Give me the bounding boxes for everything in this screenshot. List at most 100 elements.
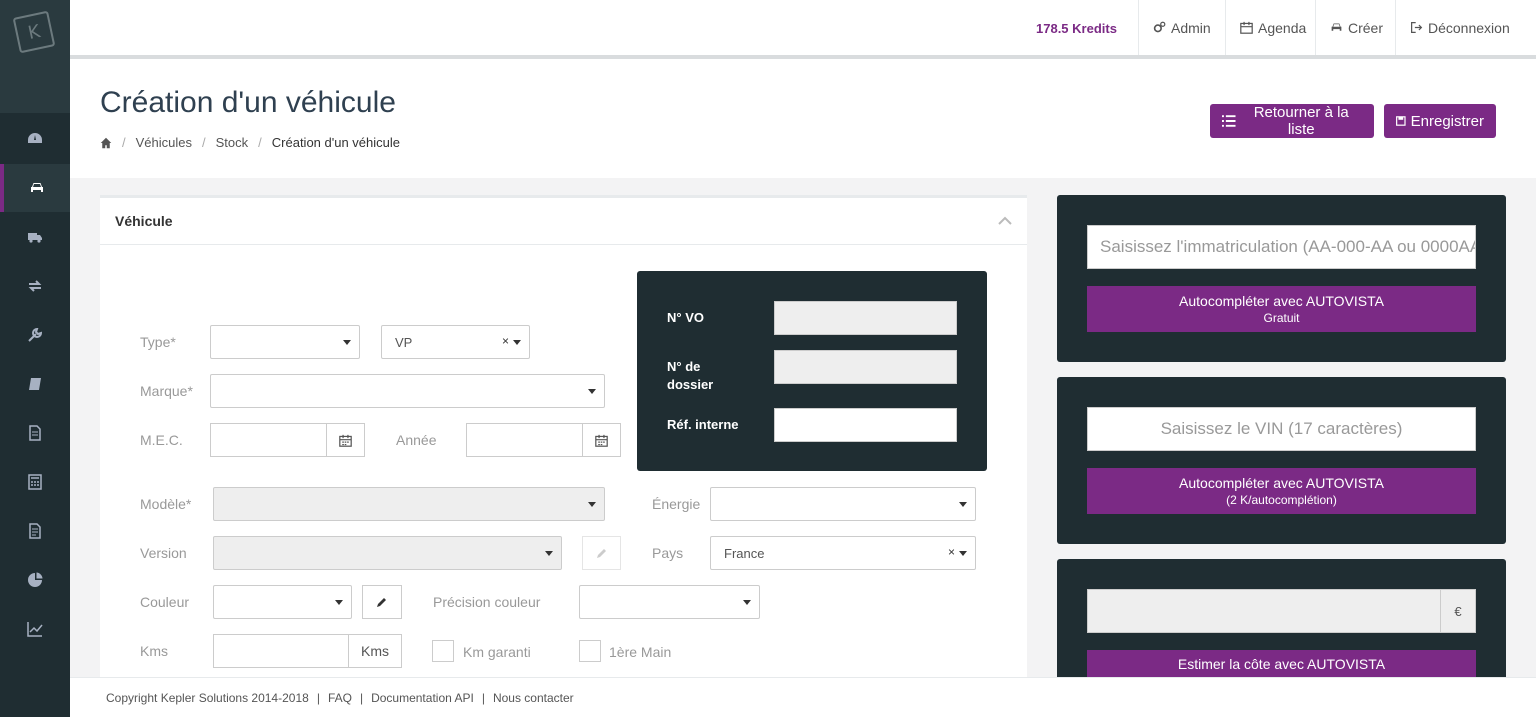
- energie-select[interactable]: [710, 487, 976, 521]
- breadcrumb-stock[interactable]: Stock: [216, 135, 249, 150]
- clear-icon[interactable]: ×: [948, 545, 955, 559]
- reference-box: N° VO N° de dossier Réf. interne: [637, 271, 987, 471]
- save-button[interactable]: Enregistrer: [1384, 104, 1496, 138]
- clear-icon[interactable]: ×: [502, 334, 509, 348]
- autovista-immat-label: Autocompléter avec AUTOVISTA: [1179, 293, 1384, 309]
- price-input[interactable]: [1087, 589, 1441, 633]
- version-label: Version: [140, 545, 187, 561]
- floppy-icon: [1396, 116, 1406, 126]
- couleur-label: Couleur: [140, 594, 190, 610]
- breadcrumb-separator: /: [202, 135, 206, 150]
- type-category-value: VP: [395, 334, 413, 350]
- agenda-link[interactable]: Agenda: [1225, 0, 1320, 55]
- pie-chart-icon[interactable]: [0, 556, 70, 604]
- top-navbar: 178.5 Kredits Admin Agenda Créer Déconne…: [70, 0, 1536, 59]
- faq-link[interactable]: FAQ: [328, 691, 352, 705]
- create-link[interactable]: Créer: [1315, 0, 1397, 55]
- autovista-estimate-label: Estimer la côte avec AUTOVISTA: [1177, 655, 1386, 672]
- page-heading: Création d'un véhicule / Véhicules / Sto…: [70, 59, 1536, 178]
- annee-calendar-button[interactable]: [582, 423, 621, 457]
- vin-widget: Saisissez le VIN (17 caractères) Autocom…: [1057, 377, 1506, 544]
- dossier-number-input[interactable]: [774, 350, 957, 384]
- precision-couleur-select[interactable]: [579, 585, 760, 619]
- energie-label: Énergie: [652, 496, 701, 512]
- car-icon[interactable]: [0, 164, 70, 212]
- line-chart-icon[interactable]: [0, 605, 70, 653]
- couleur-select[interactable]: [213, 585, 352, 619]
- chevron-up-icon[interactable]: [998, 216, 1012, 226]
- back-to-list-button[interactable]: Retourner à la liste: [1210, 104, 1374, 138]
- version-select[interactable]: [213, 536, 562, 570]
- agenda-label: Agenda: [1258, 19, 1307, 36]
- footer-separator: |: [316, 690, 320, 705]
- breadcrumb-vehicules[interactable]: Véhicules: [136, 135, 192, 150]
- caret-down-icon: [588, 389, 596, 394]
- breadcrumb-current: Création d'un véhicule: [271, 135, 400, 150]
- caret-down-icon: [343, 340, 351, 345]
- breadcrumb-separator: /: [122, 135, 126, 150]
- autovista-immat-button[interactable]: Autocompléter avec AUTOVISTA Gratuit: [1087, 286, 1476, 332]
- caret-down-icon: [335, 600, 343, 605]
- panel-title: Véhicule: [115, 213, 173, 229]
- kepler-logo[interactable]: K: [12, 10, 56, 54]
- back-button-label: Retourner à la liste: [1253, 104, 1349, 138]
- caret-down-icon: [588, 502, 596, 507]
- caret-down-icon: [959, 502, 967, 507]
- logo-area: K: [0, 0, 70, 113]
- pencil-icon: [377, 598, 386, 607]
- modele-select[interactable]: [213, 487, 605, 521]
- logout-link[interactable]: Déconnexion: [1395, 0, 1524, 55]
- autovista-estimate-button[interactable]: Estimer la côte avec AUTOVISTA: [1087, 650, 1476, 677]
- autovista-vin-button[interactable]: Autocompléter avec AUTOVISTA (2 K/autoco…: [1087, 468, 1476, 514]
- file-icon[interactable]: [0, 409, 70, 457]
- car-icon: [1331, 23, 1342, 31]
- pays-select[interactable]: France ×: [710, 536, 976, 570]
- exchange-icon[interactable]: [0, 262, 70, 310]
- mec-date-input[interactable]: [210, 423, 327, 457]
- annee-label: Année: [396, 432, 437, 448]
- type-select[interactable]: [210, 325, 360, 359]
- pays-label: Pays: [652, 545, 684, 561]
- logout-label: Déconnexion: [1428, 19, 1510, 36]
- wrench-icon[interactable]: [0, 311, 70, 359]
- file-text-icon[interactable]: [0, 507, 70, 555]
- autovista-immat-sublabel: Gratuit: [1263, 311, 1300, 325]
- create-label: Créer: [1348, 19, 1384, 36]
- type-category-select[interactable]: VP ×: [381, 325, 530, 359]
- contact-link[interactable]: Nous contacter: [493, 691, 574, 705]
- calendar-icon: [1240, 21, 1253, 34]
- km-garanti-checkbox[interactable]: [432, 640, 454, 662]
- kms-label: Kms: [140, 643, 168, 659]
- kms-input[interactable]: [213, 634, 349, 668]
- vin-input[interactable]: Saisissez le VIN (17 caractères): [1087, 407, 1476, 451]
- credits-counter: 178.5 Kredits: [1036, 21, 1117, 36]
- marque-select[interactable]: [210, 374, 605, 408]
- annee-input[interactable]: [466, 423, 583, 457]
- premiere-main-label: 1ère Main: [609, 644, 672, 660]
- truck-icon[interactable]: [0, 213, 70, 261]
- couleur-edit-button[interactable]: [362, 585, 402, 619]
- vo-number-input[interactable]: [774, 301, 957, 335]
- api-docs-link[interactable]: Documentation API: [371, 691, 474, 705]
- book-icon[interactable]: [0, 360, 70, 408]
- panel-header: Véhicule: [100, 198, 1027, 245]
- admin-label: Admin: [1171, 19, 1211, 36]
- euro-addon: €: [1440, 589, 1476, 633]
- version-edit-button[interactable]: [582, 536, 621, 570]
- footer: Copyright Kepler Solutions 2014-2018 | F…: [70, 677, 1536, 717]
- pays-value: France: [724, 545, 765, 561]
- kms-unit-addon: Kms: [348, 634, 402, 668]
- sidebar: K: [0, 0, 70, 717]
- home-icon[interactable]: [100, 137, 112, 149]
- immatriculation-input[interactable]: Saisissez l'immatriculation (AA-000-AA o…: [1087, 225, 1476, 269]
- dashboard-icon[interactable]: [0, 115, 70, 163]
- admin-link[interactable]: Admin: [1138, 0, 1225, 55]
- vo-label: N° VO: [667, 310, 704, 325]
- calculator-icon[interactable]: [0, 458, 70, 506]
- mec-calendar-button[interactable]: [326, 423, 365, 457]
- ref-interne-input[interactable]: [774, 408, 957, 442]
- modele-label: Modèle*: [140, 496, 192, 512]
- premiere-main-checkbox[interactable]: [579, 640, 601, 662]
- precision-couleur-label: Précision couleur: [433, 594, 541, 610]
- caret-down-icon: [743, 600, 751, 605]
